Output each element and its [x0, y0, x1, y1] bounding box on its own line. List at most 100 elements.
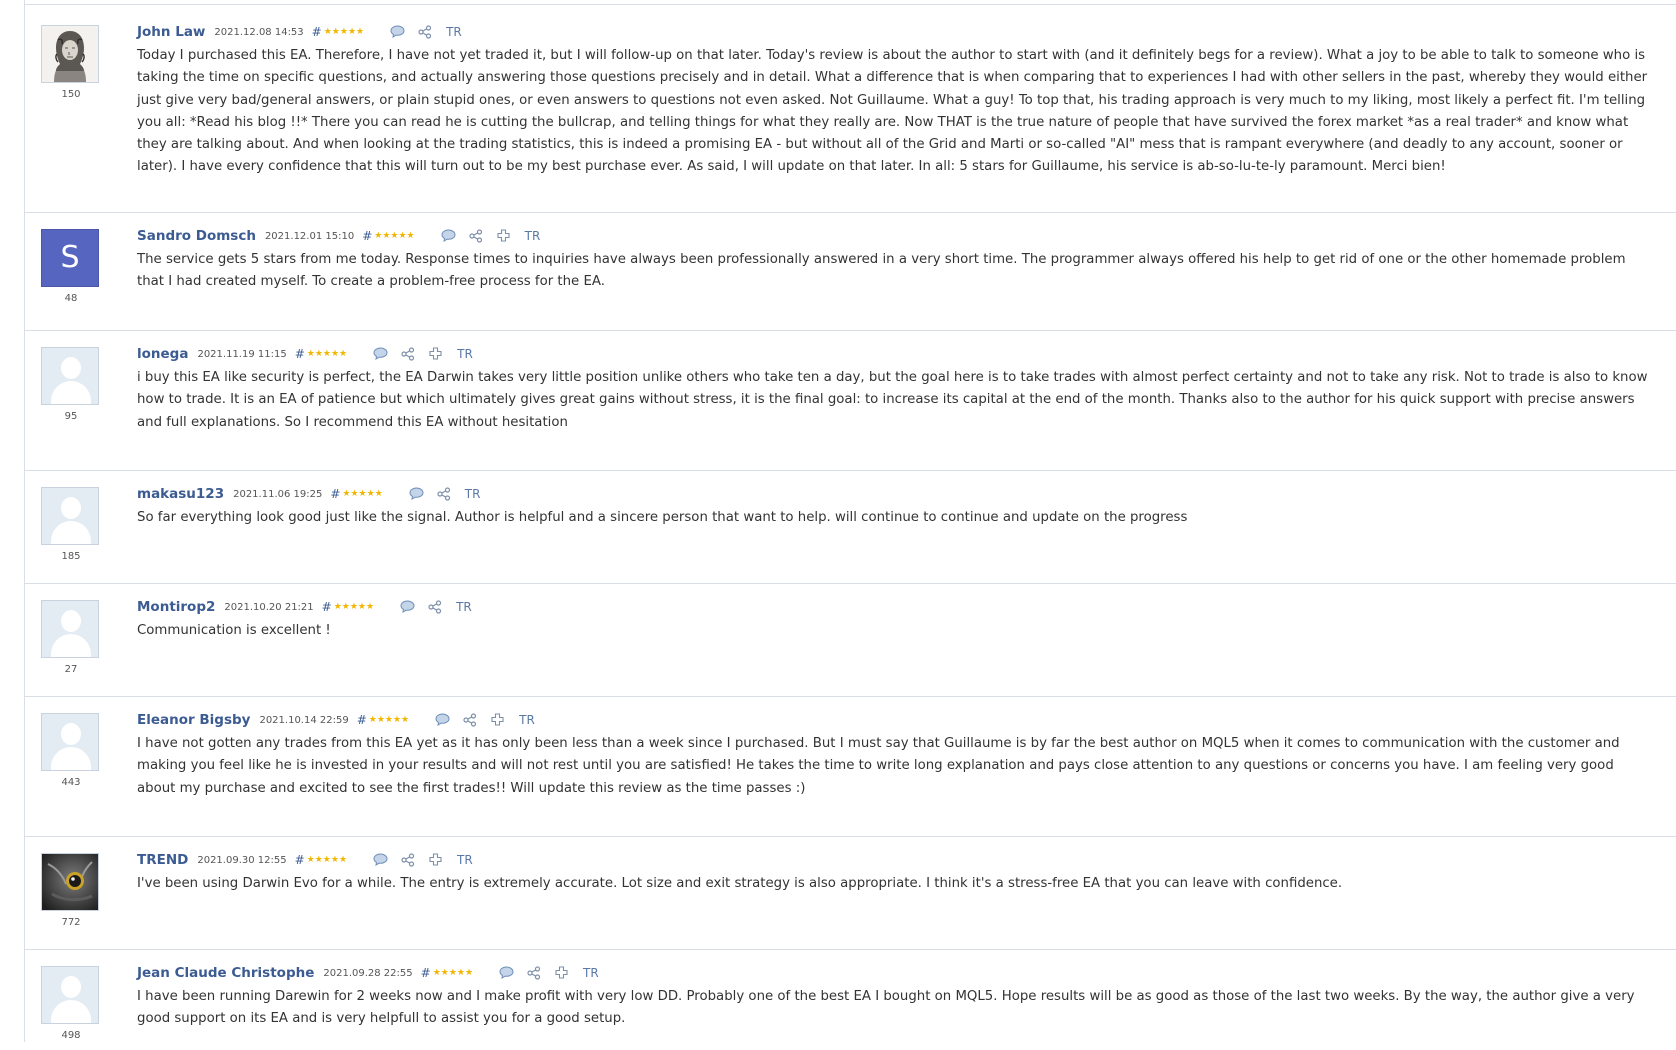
star-rating: ★★★★★: [342, 489, 383, 499]
avatar[interactable]: [41, 966, 99, 1024]
share-icon[interactable]: [401, 853, 415, 867]
review-item: S 48 Sandro Domsch 2021.12.01 15:10 # ★★★★★ TR…: [25, 212, 1676, 331]
review-text: I have been running Darewin for 2 weeks …: [137, 989, 1635, 1027]
share-icon[interactable]: [418, 25, 432, 39]
comment-icon[interactable]: [400, 600, 415, 614]
comment-icon[interactable]: [390, 25, 405, 39]
comment-icon[interactable]: [441, 229, 456, 243]
star-rating: ★★★★★: [374, 231, 415, 241]
author-link[interactable]: makasu123: [137, 486, 224, 502]
avatar-column: 27: [41, 600, 101, 676]
user-rating-count: 443: [61, 777, 81, 788]
review-date: 2021.10.14 22:59: [259, 714, 349, 726]
share-icon[interactable]: [401, 347, 415, 361]
share-icon[interactable]: [463, 713, 477, 727]
permalink-hash[interactable]: #: [362, 229, 372, 243]
translate-link[interactable]: TR: [525, 229, 541, 243]
review-date: 2021.12.01 15:10: [264, 230, 355, 242]
permalink-hash[interactable]: #: [295, 853, 305, 867]
review-text: The service gets 5 stars from me today. …: [137, 252, 1626, 290]
avatar[interactable]: [41, 347, 99, 405]
translate-link[interactable]: TR: [583, 966, 599, 980]
share-icon[interactable]: [437, 487, 451, 501]
permalink-hash[interactable]: #: [330, 487, 340, 501]
review-text: I have not gotten any trades from this E…: [137, 736, 1620, 796]
avatar[interactable]: [41, 600, 99, 658]
plus-icon[interactable]: [491, 713, 505, 727]
avatar[interactable]: [41, 25, 99, 83]
avatar-column: S 48: [41, 229, 101, 305]
comment-icon[interactable]: [435, 713, 450, 727]
author-link[interactable]: Montirop2: [137, 599, 215, 615]
plus-icon[interactable]: [555, 966, 569, 980]
translate-link[interactable]: TR: [457, 347, 473, 361]
user-rating-count: 150: [61, 89, 81, 100]
review-text: I've been using Darwin Evo for a while. …: [137, 876, 1343, 891]
author-link[interactable]: John Law: [137, 24, 205, 40]
avatar-column: 185: [41, 487, 101, 563]
reviews-list: 150 John Law 2021.12.08 14:53 # ★★★★★ TR Today…: [24, 0, 1676, 1042]
share-icon[interactable]: [469, 229, 483, 243]
review-text: Today I purchased this EA. Therefore, I …: [137, 48, 1648, 175]
review-header: makasu123 2021.11.06 19:25 # ★★★★★ TR: [137, 484, 480, 504]
plus-icon[interactable]: [429, 347, 443, 361]
avatar[interactable]: [41, 713, 99, 771]
user-rating-count: 48: [64, 293, 78, 304]
review-header: Jean Claude Christophe 2021.09.28 22:55 # ★…: [137, 963, 599, 983]
user-rating-count: 95: [64, 411, 78, 422]
user-rating-count: 498: [61, 1030, 81, 1041]
review-actions: TR: [499, 966, 599, 980]
permalink-hash[interactable]: #: [322, 600, 332, 614]
comment-icon[interactable]: [373, 347, 388, 361]
star-rating: ★★★★★: [368, 715, 410, 725]
avatar-column: 95: [41, 347, 101, 423]
review-text: So far everything look good just like th…: [137, 510, 1188, 525]
avatar[interactable]: [41, 853, 99, 911]
translate-link[interactable]: TR: [446, 25, 462, 39]
review-item: 185 makasu123 2021.11.06 19:25 # ★★★★★ TR So f…: [25, 470, 1676, 584]
review-header: lonega 2021.11.19 11:15 # ★★★★★ TR: [137, 344, 473, 364]
avatar[interactable]: S: [41, 229, 99, 287]
review-date: 2021.12.08 14:53: [214, 26, 304, 38]
review-actions: TR: [441, 229, 541, 243]
author-link[interactable]: Sandro Domsch: [137, 228, 256, 244]
review-item: 443 Eleanor Bigsby 2021.10.14 22:59 # ★★★★★ T…: [25, 696, 1676, 837]
review-actions: TR: [373, 853, 473, 867]
review-header: Eleanor Bigsby 2021.10.14 22:59 # ★★★★★ TR: [137, 710, 535, 730]
user-rating-count: 185: [61, 551, 81, 562]
translate-link[interactable]: TR: [519, 713, 535, 727]
author-link[interactable]: Eleanor Bigsby: [137, 712, 250, 728]
comment-icon[interactable]: [499, 966, 514, 980]
comment-icon[interactable]: [409, 487, 424, 501]
review-actions: TR: [390, 25, 462, 39]
star-rating: ★★★★★: [306, 855, 348, 865]
avatar-column: 150: [41, 25, 101, 101]
star-rating: ★★★★★: [306, 349, 348, 359]
avatar-column: 498: [41, 966, 101, 1042]
share-icon[interactable]: [527, 966, 541, 980]
translate-link[interactable]: TR: [457, 853, 473, 867]
review-text: i buy this EA like security is perfect, …: [137, 370, 1648, 430]
comment-icon[interactable]: [373, 853, 388, 867]
author-link[interactable]: TREND: [137, 852, 188, 868]
review-date: 2021.09.30 12:55: [197, 854, 287, 866]
share-icon[interactable]: [428, 600, 442, 614]
permalink-hash[interactable]: #: [357, 713, 367, 727]
plus-icon[interactable]: [497, 229, 511, 243]
review-item: 27 Montirop2 2021.10.20 21:21 # ★★★★★ TR Commu…: [25, 583, 1676, 697]
author-link[interactable]: lonega: [137, 346, 188, 362]
avatar-column: 443: [41, 713, 101, 789]
translate-link[interactable]: TR: [465, 487, 481, 501]
permalink-hash[interactable]: #: [421, 966, 431, 980]
star-rating: ★★★★★: [323, 27, 365, 37]
review-date: 2021.09.28 22:55: [323, 967, 413, 979]
translate-link[interactable]: TR: [456, 600, 472, 614]
plus-icon[interactable]: [429, 853, 443, 867]
author-link[interactable]: Jean Claude Christophe: [137, 965, 314, 981]
review-item: 772 TREND 2021.09.30 12:55 # ★★★★★ TR I've bee…: [25, 836, 1676, 950]
permalink-hash[interactable]: #: [295, 347, 305, 361]
avatar[interactable]: [41, 487, 99, 545]
permalink-hash[interactable]: #: [312, 25, 322, 39]
user-rating-count: 772: [61, 917, 81, 928]
star-rating: ★★★★★: [333, 602, 375, 612]
